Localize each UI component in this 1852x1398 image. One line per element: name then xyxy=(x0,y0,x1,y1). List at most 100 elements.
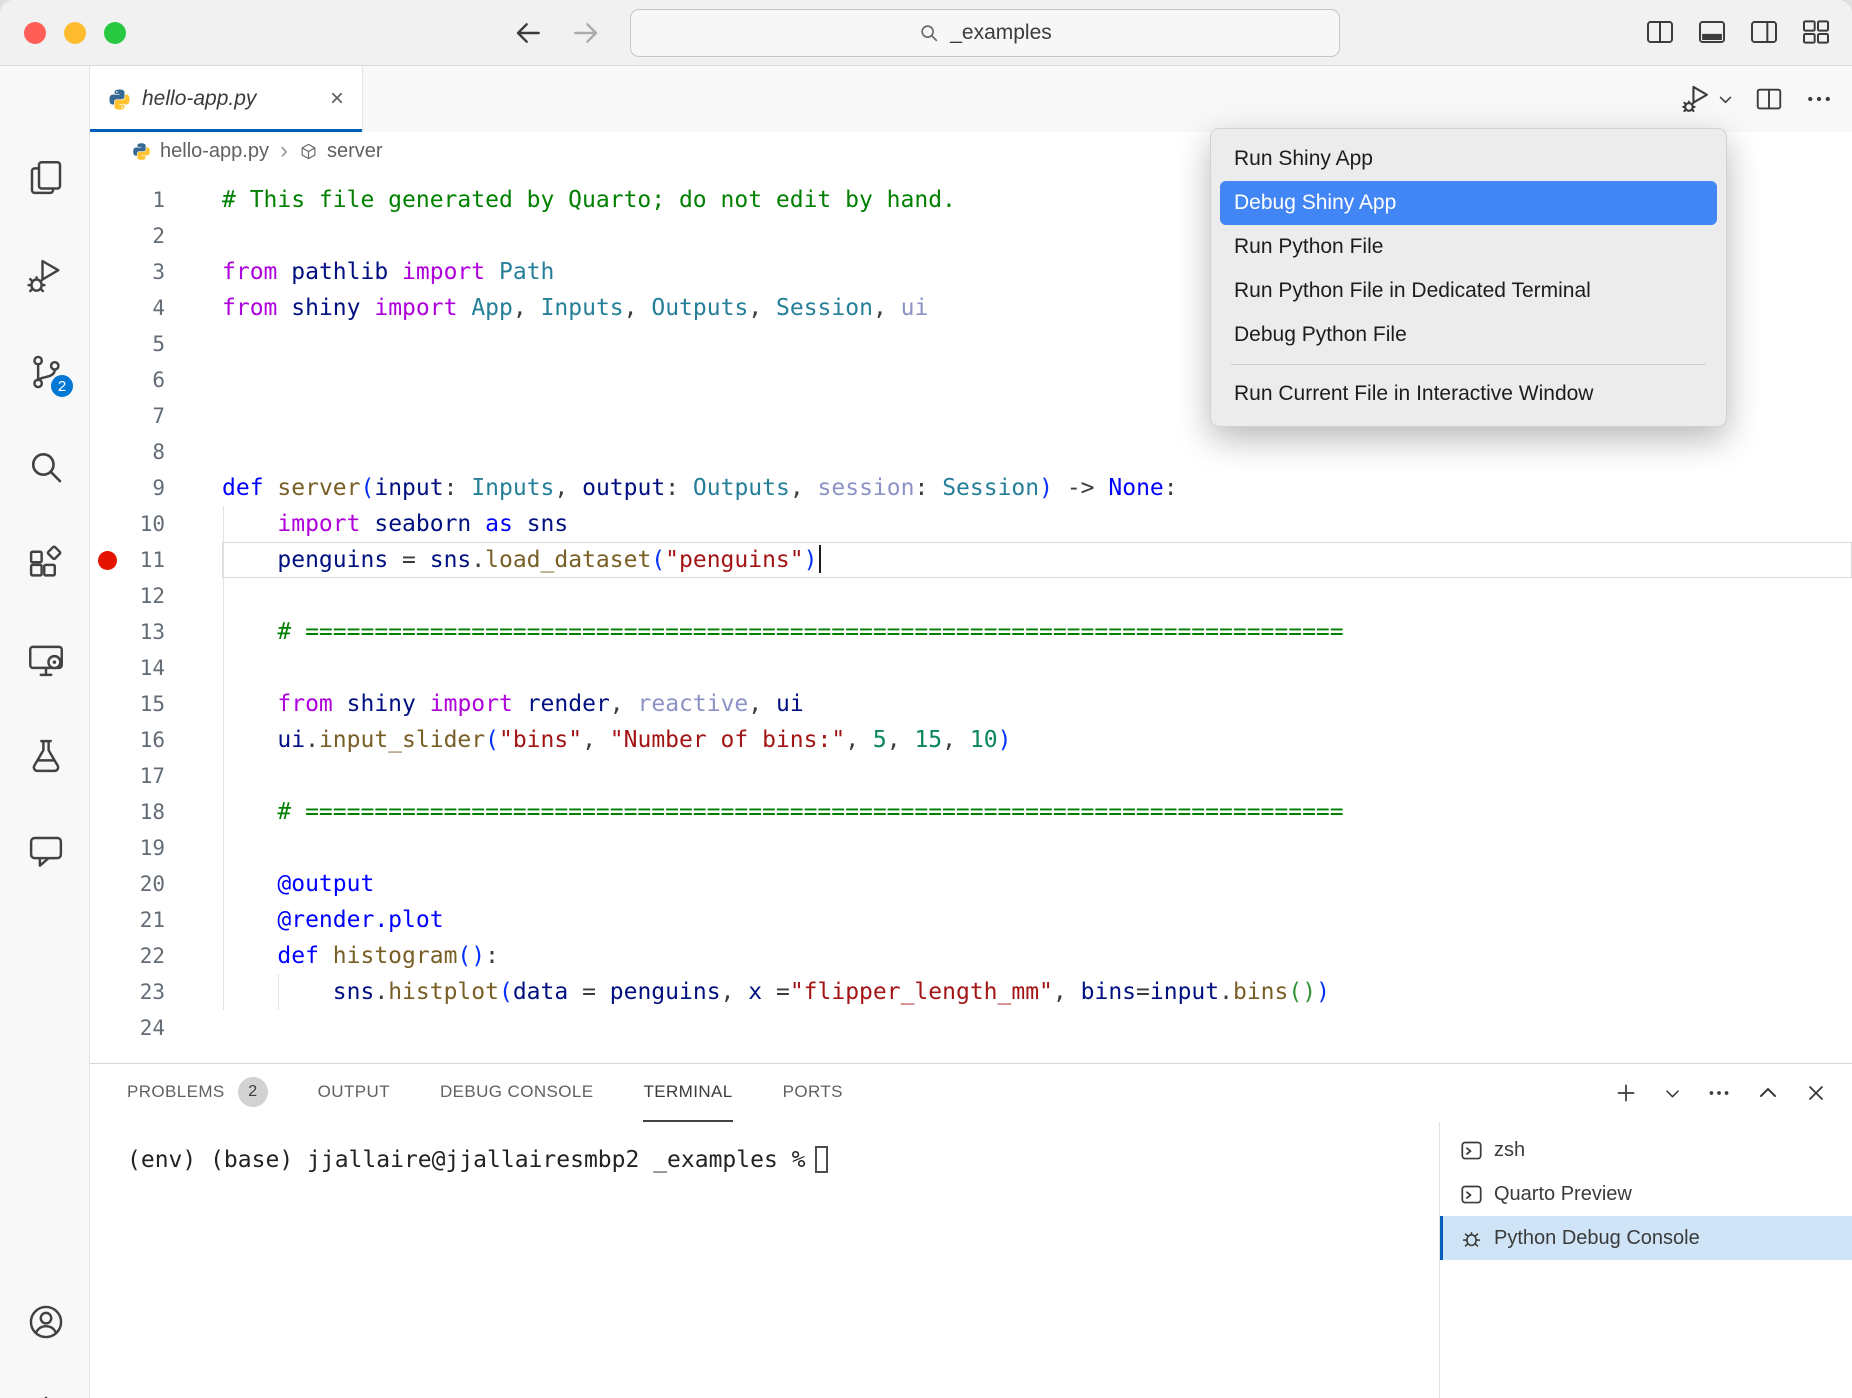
code-line[interactable]: 22 def histogram(): xyxy=(90,938,1852,974)
code-line[interactable]: 24 xyxy=(90,1010,1852,1046)
code-line[interactable]: 15 from shiny import render, reactive, u… xyxy=(90,686,1852,722)
terminal-list-item-zsh[interactable]: zsh xyxy=(1440,1128,1852,1172)
panel-tab-problems[interactable]: PROBLEMS2 xyxy=(127,1064,268,1122)
terminal-list-item-quarto-preview[interactable]: Quarto Preview xyxy=(1440,1172,1852,1216)
run-and-debug-icon[interactable] xyxy=(24,254,68,298)
terminal-list-item-label: zsh xyxy=(1494,1139,1525,1162)
terminal-profile-chevron-icon[interactable] xyxy=(1663,1084,1682,1103)
close-window-button[interactable] xyxy=(24,22,46,44)
terminal-output[interactable]: (env) (base) jjallaire@jjallairesmbp2 _e… xyxy=(90,1122,1439,1398)
code-line[interactable]: 14 xyxy=(90,650,1852,686)
remote-explorer-icon[interactable] xyxy=(24,638,68,682)
line-number[interactable]: 4 xyxy=(90,290,222,326)
line-number[interactable]: 7 xyxy=(90,398,222,434)
navigate-back-icon[interactable] xyxy=(512,13,544,53)
code-line[interactable]: 13 # ===================================… xyxy=(90,614,1852,650)
navigate-forward-icon[interactable] xyxy=(570,13,602,53)
code-line[interactable]: 11 penguins = sns.load_dataset("penguins… xyxy=(90,542,1852,578)
line-number[interactable]: 10 xyxy=(90,506,222,542)
line-number[interactable]: 5 xyxy=(90,326,222,362)
run-or-debug-button[interactable] xyxy=(1680,82,1734,116)
split-editor-icon[interactable] xyxy=(1754,84,1784,114)
code-line[interactable]: 9def server(input: Inputs, output: Outpu… xyxy=(90,470,1852,506)
titlebar-search[interactable]: _examples xyxy=(630,9,1340,57)
indent-guide xyxy=(278,974,279,1010)
minimize-window-button[interactable] xyxy=(64,22,86,44)
code-line[interactable]: 20 @output xyxy=(90,866,1852,902)
code-line[interactable]: 23 sns.histplot(data = penguins, x ="fli… xyxy=(90,974,1852,1010)
settings-gear-icon[interactable]: 1 xyxy=(24,1392,68,1398)
panel-header: PROBLEMS2 OUTPUT DEBUG CONSOLE TERMINAL PORT… xyxy=(90,1064,1852,1122)
zoom-window-button[interactable] xyxy=(104,22,126,44)
search-sidebar-icon[interactable] xyxy=(24,446,68,490)
run-dropdown-chevron-icon[interactable] xyxy=(1717,91,1734,108)
line-number[interactable]: 20 xyxy=(90,866,222,902)
breadcrumb-symbol[interactable]: server xyxy=(327,140,383,163)
code-line[interactable]: 21 @render.plot xyxy=(90,902,1852,938)
code-line[interactable]: 19 xyxy=(90,830,1852,866)
menu-item-debug-shiny-app[interactable]: Debug Shiny App xyxy=(1220,181,1717,225)
breakpoint-dot[interactable] xyxy=(98,551,117,570)
panel-tab-debug-console[interactable]: DEBUG CONSOLE xyxy=(440,1064,594,1122)
code-line[interactable]: 8 xyxy=(90,434,1852,470)
line-number[interactable]: 21 xyxy=(90,902,222,938)
toggle-secondary-sidebar-icon[interactable] xyxy=(1748,16,1780,48)
panel-tab-ports[interactable]: PORTS xyxy=(783,1064,843,1122)
line-number[interactable]: 6 xyxy=(90,362,222,398)
menu-item-run-python-file-in-dedicated-terminal[interactable]: Run Python File in Dedicated Terminal xyxy=(1220,269,1717,313)
source-control-icon[interactable]: 2 xyxy=(24,350,68,394)
line-number[interactable]: 3 xyxy=(90,254,222,290)
titlebar: _examples xyxy=(0,0,1852,66)
testing-icon[interactable] xyxy=(24,734,68,778)
line-number[interactable]: 9 xyxy=(90,470,222,506)
chat-icon[interactable] xyxy=(24,830,68,874)
line-number[interactable]: 11 xyxy=(90,542,222,578)
toggle-primary-sidebar-icon[interactable] xyxy=(1644,16,1676,48)
line-number[interactable]: 13 xyxy=(90,614,222,650)
code-line[interactable]: 12 xyxy=(90,578,1852,614)
panel-more-actions-icon[interactable] xyxy=(1706,1080,1732,1106)
terminal-list-item-python-debug-console[interactable]: Python Debug Console xyxy=(1440,1216,1852,1260)
line-number[interactable]: 15 xyxy=(90,686,222,722)
tab-close-icon[interactable]: × xyxy=(330,87,344,111)
menu-item-debug-python-file[interactable]: Debug Python File xyxy=(1220,313,1717,357)
panel-tab-terminal[interactable]: TERMINAL xyxy=(643,1064,732,1122)
code-line[interactable]: 18 # ===================================… xyxy=(90,794,1852,830)
code-line[interactable]: 10 import seaborn as sns xyxy=(90,506,1852,542)
run-menu: Run Shiny AppDebug Shiny AppRun Python F… xyxy=(1210,128,1727,427)
explorer-icon[interactable] xyxy=(24,156,68,200)
accounts-icon[interactable] xyxy=(24,1300,68,1344)
line-number[interactable]: 18 xyxy=(90,794,222,830)
editor-more-actions-icon[interactable] xyxy=(1804,84,1834,114)
line-number[interactable]: 24 xyxy=(90,1010,222,1046)
line-number[interactable]: 16 xyxy=(90,722,222,758)
python-file-icon xyxy=(132,142,151,161)
code-line[interactable]: 16 ui.input_slider("bins", "Number of bi… xyxy=(90,722,1852,758)
line-number[interactable]: 23 xyxy=(90,974,222,1010)
panel-tab-output[interactable]: OUTPUT xyxy=(318,1064,390,1122)
close-panel-icon[interactable] xyxy=(1804,1081,1828,1105)
bottom-panel: PROBLEMS2 OUTPUT DEBUG CONSOLE TERMINAL PORT… xyxy=(90,1063,1852,1398)
maximize-panel-icon[interactable] xyxy=(1756,1081,1780,1105)
line-number[interactable]: 8 xyxy=(90,434,222,470)
extensions-icon[interactable] xyxy=(24,542,68,586)
customize-layout-icon[interactable] xyxy=(1800,16,1832,48)
breadcrumb-file[interactable]: hello-app.py xyxy=(160,140,269,163)
menu-item-run-current-file-in-interactive-window[interactable]: Run Current File in Interactive Window xyxy=(1220,372,1717,416)
run-debug-play-bug-icon xyxy=(1680,82,1714,116)
new-terminal-icon[interactable] xyxy=(1613,1080,1639,1106)
window-controls xyxy=(24,22,126,44)
code-line[interactable]: 17 xyxy=(90,758,1852,794)
menu-item-run-python-file[interactable]: Run Python File xyxy=(1220,225,1717,269)
line-number[interactable]: 14 xyxy=(90,650,222,686)
line-number[interactable]: 17 xyxy=(90,758,222,794)
line-number[interactable]: 2 xyxy=(90,218,222,254)
line-number[interactable]: 22 xyxy=(90,938,222,974)
menu-item-run-shiny-app[interactable]: Run Shiny App xyxy=(1220,137,1717,181)
line-number[interactable]: 19 xyxy=(90,830,222,866)
line-number[interactable]: 1 xyxy=(90,182,222,218)
toggle-panel-icon[interactable] xyxy=(1696,16,1728,48)
debug-bug-icon xyxy=(1460,1227,1483,1250)
line-number[interactable]: 12 xyxy=(90,578,222,614)
tab-hello-app-py[interactable]: hello-app.py × xyxy=(90,66,363,132)
